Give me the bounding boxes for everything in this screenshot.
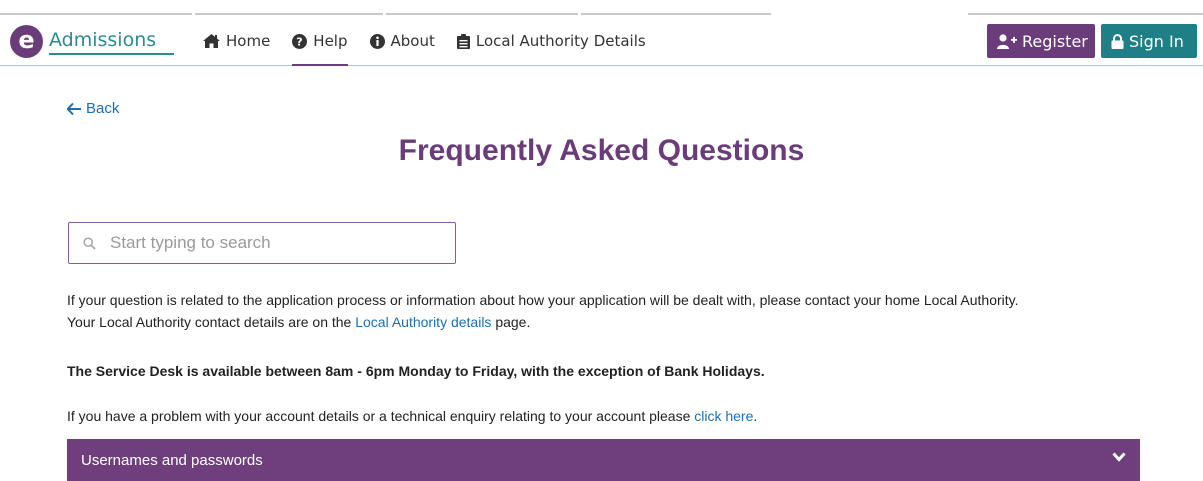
- nav-la-details[interactable]: Local Authority Details: [456, 16, 646, 66]
- arrow-left-icon: [67, 102, 81, 115]
- tab-divider: [195, 13, 383, 15]
- account-help-suffix: .: [753, 408, 758, 424]
- navbar: e Admissions Home ? Help About Local Aut…: [0, 16, 1203, 66]
- back-label: Back: [86, 100, 120, 117]
- clipboard-icon: [456, 33, 470, 49]
- intro-line-2-end: page.: [491, 314, 531, 330]
- register-button[interactable]: Register: [987, 24, 1095, 58]
- service-desk-notice: The Service Desk is available between 8a…: [67, 363, 765, 379]
- intro-line-2: Your Local Authority contact details are…: [67, 311, 1167, 333]
- search-icon: [83, 236, 96, 250]
- search-box: [68, 222, 456, 264]
- click-here-link[interactable]: click here: [694, 408, 753, 424]
- faq-section-title: Usernames and passwords: [81, 451, 263, 469]
- main-nav: Home ? Help About Local Authority Detail…: [203, 16, 668, 66]
- lock-icon: [1111, 33, 1124, 49]
- register-label: Register: [1022, 31, 1088, 51]
- sign-in-button[interactable]: Sign In: [1101, 24, 1197, 58]
- svg-text:?: ?: [297, 35, 303, 48]
- faq-section-usernames-passwords[interactable]: Usernames and passwords: [67, 439, 1140, 481]
- tab-divider: [968, 13, 1203, 15]
- nav-about[interactable]: About: [369, 16, 435, 66]
- home-icon: [203, 34, 220, 48]
- intro-line-1: If your question is related to the appli…: [67, 292, 1019, 308]
- tab-divider: [581, 13, 771, 15]
- nav-help-label: Help: [313, 32, 348, 50]
- local-authority-details-link[interactable]: Local Authority details: [355, 314, 491, 330]
- brand-badge: e: [10, 25, 43, 58]
- brand-name: Admissions: [49, 29, 175, 55]
- nav-about-label: About: [390, 32, 435, 50]
- tab-divider: [386, 13, 578, 15]
- user-plus-icon: [997, 33, 1017, 49]
- account-help-text: If you have a problem with your account …: [67, 405, 1167, 427]
- chevron-down-icon: [1112, 452, 1126, 462]
- intro-text: If your question is related to the appli…: [67, 289, 1167, 333]
- tab-divider: [0, 13, 192, 15]
- nav-help[interactable]: ? Help: [292, 16, 348, 66]
- nav-home[interactable]: Home: [203, 16, 270, 66]
- back-link[interactable]: Back: [67, 100, 119, 117]
- question-circle-icon: ?: [292, 33, 308, 49]
- page-title: Frequently Asked Questions: [398, 134, 805, 167]
- account-help-prefix: If you have a problem with your account …: [67, 408, 695, 424]
- search-input[interactable]: [110, 233, 430, 253]
- top-strip: [0, 0, 1203, 16]
- nav-home-label: Home: [226, 32, 271, 50]
- nav-la-details-label: Local Authority Details: [475, 32, 646, 50]
- info-circle-icon: [369, 33, 385, 49]
- intro-line-2-text: Your Local Authority contact details are…: [67, 314, 356, 330]
- brand-logo[interactable]: e Admissions: [10, 25, 175, 58]
- sign-in-label: Sign In: [1129, 31, 1184, 51]
